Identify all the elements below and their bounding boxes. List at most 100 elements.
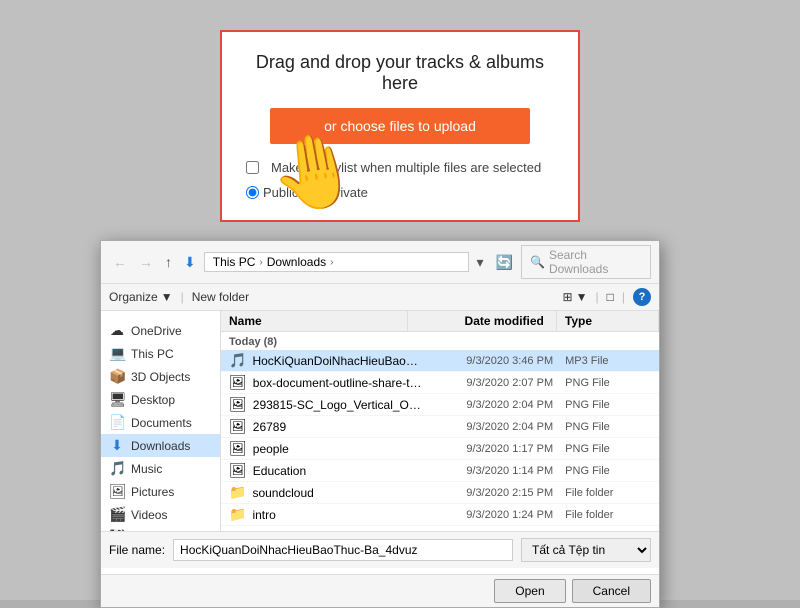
file-date: 9/3/2020 1:14 PM [424,465,565,477]
sidebar-item-documents[interactable]: 📄 Documents [101,411,220,434]
sidebar-label-documents: Documents [131,416,192,430]
sidebar-item-pictures[interactable]: 🖼 Pictures [101,480,220,503]
table-row[interactable]: 🖼 26789 9/3/2020 2:04 PM PNG File [221,416,659,438]
file-date: 9/3/2020 1:17 PM [424,443,565,455]
music-icon: 🎵 [109,460,125,477]
sidebar-item-local-c[interactable]: 💾 Local Disk (C:) [101,526,220,531]
sidebar-item-downloads[interactable]: ⬇ Downloads [101,434,220,457]
file-name: people [253,442,425,456]
open-button[interactable]: Open [494,579,565,603]
table-row[interactable]: 📁 intro 9/3/2020 1:24 PM File folder [221,504,659,526]
search-icon: 🔍 [530,255,545,269]
view-toggle-button[interactable]: ⊞ ▼ [563,290,588,304]
back-button[interactable]: ← [109,252,131,272]
view-icon: ⊞ [563,290,573,304]
col-type[interactable]: Type [557,311,659,331]
sidebar-item-desktop[interactable]: 🖥 Desktop [101,388,220,411]
search-bar[interactable]: 🔍 Search Downloads [521,245,651,279]
up-button[interactable]: ↑ [161,252,176,272]
dialog-filename-bar: File name: Tất cả Tệp tin [101,531,659,568]
sidebar-label-videos: Videos [131,508,167,522]
local-disk-c-icon: 💾 [109,529,125,531]
group-earlier-label: Earlier this week (11) [229,530,338,531]
path-arrow-1: › [259,257,262,268]
file-type: File folder [565,487,651,499]
sidebar-item-videos[interactable]: 🎬 Videos [101,503,220,526]
sidebar-label-music: Music [131,462,162,476]
filetype-select[interactable]: Tất cả Tệp tin [521,538,651,562]
dialog-sidebar: ☁ OneDrive 💻 This PC 📦 3D Objects 🖥 Desk… [101,311,221,531]
3d-objects-icon: 📦 [109,368,125,385]
col-date[interactable]: Date modified [408,311,557,331]
dialog-navbar: ← → ↑ ⬇ This PC › Downloads › ▾ 🔄 🔍 Sear… [101,241,659,284]
filename-input[interactable] [173,539,513,561]
file-icon: 🖼 [229,396,247,413]
help-button[interactable]: ? [633,288,651,306]
file-name: HocKiQuanDoiNhacHieuBaoThuc-Ba_4d... [252,354,424,368]
dialog-toolbar: Organize ▼ | New folder ⊞ ▼ | □ | ? [101,284,659,311]
extra-view-icon: □ [607,290,614,304]
file-date: 9/3/2020 2:15 PM [424,487,565,499]
sidebar-label-downloads: Downloads [131,439,190,453]
sidebar-label-this-pc: This PC [131,347,174,361]
downloads-icon: ⬇ [109,437,125,454]
file-icon: 🖼 [229,462,247,479]
sidebar-item-music[interactable]: 🎵 Music [101,457,220,480]
downloads-icon-btn[interactable]: ⬇ [180,252,200,273]
dropzone-title: Drag and drop your tracks & albums here [246,52,554,94]
filelist-header: Name Date modified Type [221,311,659,332]
file-icon: 🖼 [229,374,247,391]
file-date: 9/3/2020 3:46 PM [424,355,565,367]
organize-button[interactable]: Organize ▼ [109,290,173,304]
documents-icon: 📄 [109,414,125,431]
cancel-button[interactable]: Cancel [572,579,651,603]
sidebar-label-3d: 3D Objects [131,370,190,384]
table-row[interactable]: 🎵 HocKiQuanDoiNhacHieuBaoThuc-Ba_4d... 9… [221,350,659,372]
extra-view-button[interactable]: □ [607,290,614,304]
table-row[interactable]: 🖼 293815-SC_Logo_Vertical_Orange_2x-222.… [221,394,659,416]
file-name: box-document-outline-share-top-upl... [253,376,425,390]
path-bar[interactable]: This PC › Downloads › [204,252,469,272]
file-icon: 🖼 [229,440,247,457]
table-row[interactable]: 🖼 Education 9/3/2020 1:14 PM PNG File [221,460,659,482]
playlist-checkbox[interactable] [246,161,259,174]
public-radio[interactable] [246,186,259,199]
dropdown-arrow-btn[interactable]: ▾ [473,252,488,273]
file-open-dialog: ← → ↑ ⬇ This PC › Downloads › ▾ 🔄 🔍 Sear… [100,240,660,608]
file-date: 9/3/2020 1:24 PM [424,509,565,521]
file-type: PNG File [565,443,651,455]
search-placeholder: Search Downloads [549,248,642,276]
sidebar-label-local-c: Local Disk (C:) [131,531,210,532]
file-name: intro [252,508,424,522]
toolbar-separator-2: | [596,290,599,304]
file-type: MP3 File [565,355,651,367]
refresh-btn[interactable]: 🔄 [492,252,517,273]
view-arrow-icon: ▼ [576,290,588,304]
path-downloads: Downloads [267,255,326,269]
this-pc-icon: 💻 [109,345,125,362]
file-name: 293815-SC_Logo_Vertical_Orange_2x-222... [253,398,425,412]
group-today-label: Today (8) [229,336,277,348]
today-file-rows: 🎵 HocKiQuanDoiNhacHieuBaoThuc-Ba_4d... 9… [221,350,659,526]
file-name: soundcloud [252,486,424,500]
table-row[interactable]: 🖼 people 9/3/2020 1:17 PM PNG File [221,438,659,460]
sidebar-item-onedrive[interactable]: ☁ OneDrive [101,319,220,342]
sidebar-item-3d-objects[interactable]: 📦 3D Objects [101,365,220,388]
path-this-pc: This PC [213,255,256,269]
dialog-content: ☁ OneDrive 💻 This PC 📦 3D Objects 🖥 Desk… [101,311,659,531]
table-row[interactable]: 🖼 box-document-outline-share-top-upl... … [221,372,659,394]
sidebar-label-pictures: Pictures [131,485,174,499]
table-row[interactable]: 📁 soundcloud 9/3/2020 2:15 PM File folde… [221,482,659,504]
sidebar-label-onedrive: OneDrive [131,324,182,338]
desktop-icon: 🖥 [109,391,125,408]
filename-label: File name: [109,543,165,557]
col-name[interactable]: Name [221,311,408,331]
organize-arrow-icon: ▼ [161,290,173,304]
file-type: PNG File [565,465,651,477]
new-folder-button[interactable]: New folder [192,290,249,304]
file-icon: 📁 [229,484,246,501]
path-arrow-2: › [330,257,333,268]
file-type: PNG File [565,421,651,433]
forward-button[interactable]: → [135,252,157,272]
sidebar-item-this-pc[interactable]: 💻 This PC [101,342,220,365]
